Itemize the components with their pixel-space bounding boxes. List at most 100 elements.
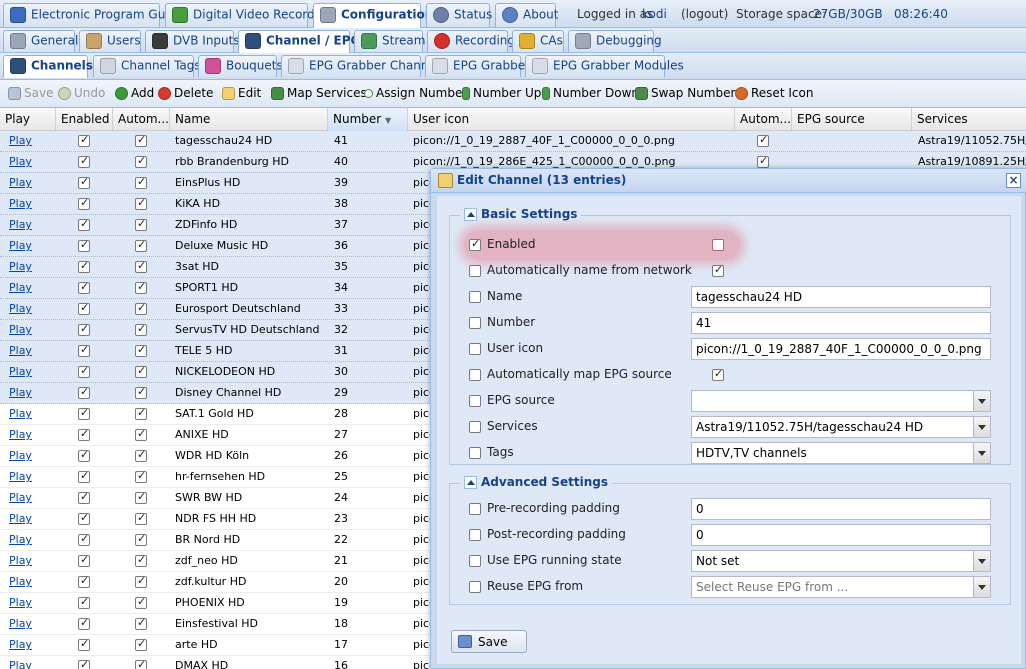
auto-name-checkbox[interactable] [135, 469, 147, 483]
play-link[interactable]: Play [9, 197, 32, 210]
number-down-button[interactable]: Number Down [542, 86, 639, 100]
multi-edit-checkbox[interactable] [469, 421, 481, 433]
field-checkbox[interactable] [712, 367, 724, 381]
auto-name-checkbox[interactable] [135, 427, 147, 441]
column-auto-epg[interactable]: Autom... [735, 108, 792, 131]
enabled-checkbox[interactable] [78, 616, 90, 630]
play-link[interactable]: Play [9, 470, 32, 483]
auto-name-checkbox[interactable] [135, 490, 147, 504]
tab-epg-grabber-channels[interactable]: EPG Grabber Channels [281, 55, 445, 77]
enabled-checkbox[interactable] [78, 343, 90, 357]
play-link[interactable]: Play [9, 323, 32, 336]
dropdown-arrow-icon[interactable] [973, 417, 990, 437]
auto-name-checkbox[interactable] [135, 511, 147, 525]
enabled-checkbox[interactable] [78, 532, 90, 546]
play-link[interactable]: Play [9, 302, 32, 315]
tab-dvb-inputs[interactable]: DVB Inputs [145, 30, 240, 52]
multi-edit-checkbox[interactable] [469, 291, 481, 303]
auto-name-checkbox[interactable] [135, 406, 147, 420]
field-input[interactable]: tagesschau24 HD [691, 286, 991, 308]
auto-name-checkbox[interactable] [135, 322, 147, 336]
field-combo[interactable]: Select Reuse EPG from ... [691, 576, 991, 598]
multi-edit-checkbox[interactable] [469, 555, 481, 567]
auto-name-checkbox[interactable] [135, 637, 147, 651]
auto-epg-checkbox[interactable] [757, 133, 769, 147]
basic-settings-legend[interactable]: Basic Settings [460, 207, 582, 221]
auto-name-checkbox[interactable] [135, 448, 147, 462]
play-link[interactable]: Play [9, 176, 32, 189]
enabled-checkbox[interactable] [78, 364, 90, 378]
play-link[interactable]: Play [9, 596, 32, 609]
field-combo[interactable]: Not set [691, 550, 991, 572]
enabled-checkbox[interactable] [78, 385, 90, 399]
tab-channels[interactable]: Channels [3, 55, 93, 78]
auto-name-checkbox[interactable] [135, 301, 147, 315]
multi-edit-checkbox[interactable] [469, 343, 481, 355]
dialog-title-bar[interactable]: Edit Channel (13 entries) × [431, 169, 1026, 193]
dropdown-arrow-icon[interactable] [973, 551, 990, 571]
multi-edit-checkbox[interactable] [469, 395, 481, 407]
multi-edit-checkbox[interactable] [469, 503, 481, 515]
tab-channel-epg[interactable]: Channel / EPG [238, 30, 360, 53]
play-link[interactable]: Play [9, 575, 32, 588]
save-button[interactable]: Save [451, 630, 527, 653]
enabled-checkbox[interactable] [78, 427, 90, 441]
assign-number-button[interactable]: Assign Number [364, 86, 467, 100]
play-link[interactable]: Play [9, 134, 32, 147]
swap-numbers-button[interactable]: Swap Numbers [635, 86, 742, 100]
table-row[interactable]: Play tagesschau24 HD 41 picon://1_0_19_2887… [0, 131, 1026, 152]
auto-name-checkbox[interactable] [135, 280, 147, 294]
enabled-checkbox[interactable] [78, 301, 90, 315]
field-input[interactable]: 0 [691, 524, 991, 546]
auto-name-checkbox[interactable] [135, 658, 147, 669]
field-combo[interactable] [691, 390, 991, 412]
play-link[interactable]: Play [9, 260, 32, 273]
auto-name-checkbox[interactable] [135, 175, 147, 189]
tab-epg[interactable]: Electronic Program Guide [3, 3, 184, 27]
enabled-checkbox[interactable] [78, 469, 90, 483]
multi-edit-checkbox[interactable] [469, 447, 481, 459]
field-combo[interactable]: Astra19/11052.75H/tagesschau24 HD [691, 416, 991, 438]
auto-name-checkbox[interactable] [135, 553, 147, 567]
column-auto-name[interactable]: Autom... [113, 108, 170, 131]
play-link[interactable]: Play [9, 491, 32, 504]
field-checkbox[interactable] [712, 263, 724, 277]
enabled-checkbox[interactable] [78, 196, 90, 210]
auto-name-checkbox[interactable] [135, 385, 147, 399]
enabled-checkbox[interactable] [78, 490, 90, 504]
auto-name-checkbox[interactable] [135, 133, 147, 147]
play-link[interactable]: Play [9, 638, 32, 651]
enabled-checkbox[interactable] [78, 637, 90, 651]
field-input[interactable]: 0 [691, 498, 991, 520]
play-link[interactable]: Play [9, 407, 32, 420]
enabled-checkbox[interactable] [78, 238, 90, 252]
column-user-icon[interactable]: User icon [408, 108, 735, 131]
play-link[interactable]: Play [9, 512, 32, 525]
tab-bouquets[interactable]: Bouquets [198, 55, 283, 77]
dropdown-arrow-icon[interactable] [973, 577, 990, 597]
auto-name-checkbox[interactable] [135, 574, 147, 588]
multi-edit-checkbox[interactable] [469, 369, 481, 381]
play-link[interactable]: Play [9, 365, 32, 378]
auto-epg-checkbox[interactable] [757, 154, 769, 168]
tab-recording[interactable]: Recording [427, 30, 515, 52]
play-link[interactable]: Play [9, 344, 32, 357]
save-toolbar-button[interactable]: Save [8, 86, 53, 100]
play-link[interactable]: Play [9, 659, 32, 669]
enabled-checkbox[interactable] [78, 133, 90, 147]
field-combo[interactable]: HDTV,TV channels [691, 442, 991, 464]
number-up-button[interactable]: Number Up [462, 86, 541, 100]
enabled-checkbox[interactable] [78, 511, 90, 525]
auto-name-checkbox[interactable] [135, 238, 147, 252]
column-play[interactable]: Play [0, 108, 56, 131]
enabled-checkbox[interactable] [78, 322, 90, 336]
delete-button[interactable]: Delete [158, 86, 213, 100]
enabled-checkbox[interactable] [78, 658, 90, 669]
multi-edit-checkbox[interactable] [469, 317, 481, 329]
tab-about[interactable]: About [495, 3, 558, 27]
column-enabled[interactable]: Enabled [56, 108, 113, 131]
auto-name-checkbox[interactable] [135, 364, 147, 378]
tab-cas[interactable]: CAs [512, 30, 564, 52]
map-services-button[interactable]: Map Services [271, 86, 367, 100]
play-link[interactable]: Play [9, 155, 32, 168]
